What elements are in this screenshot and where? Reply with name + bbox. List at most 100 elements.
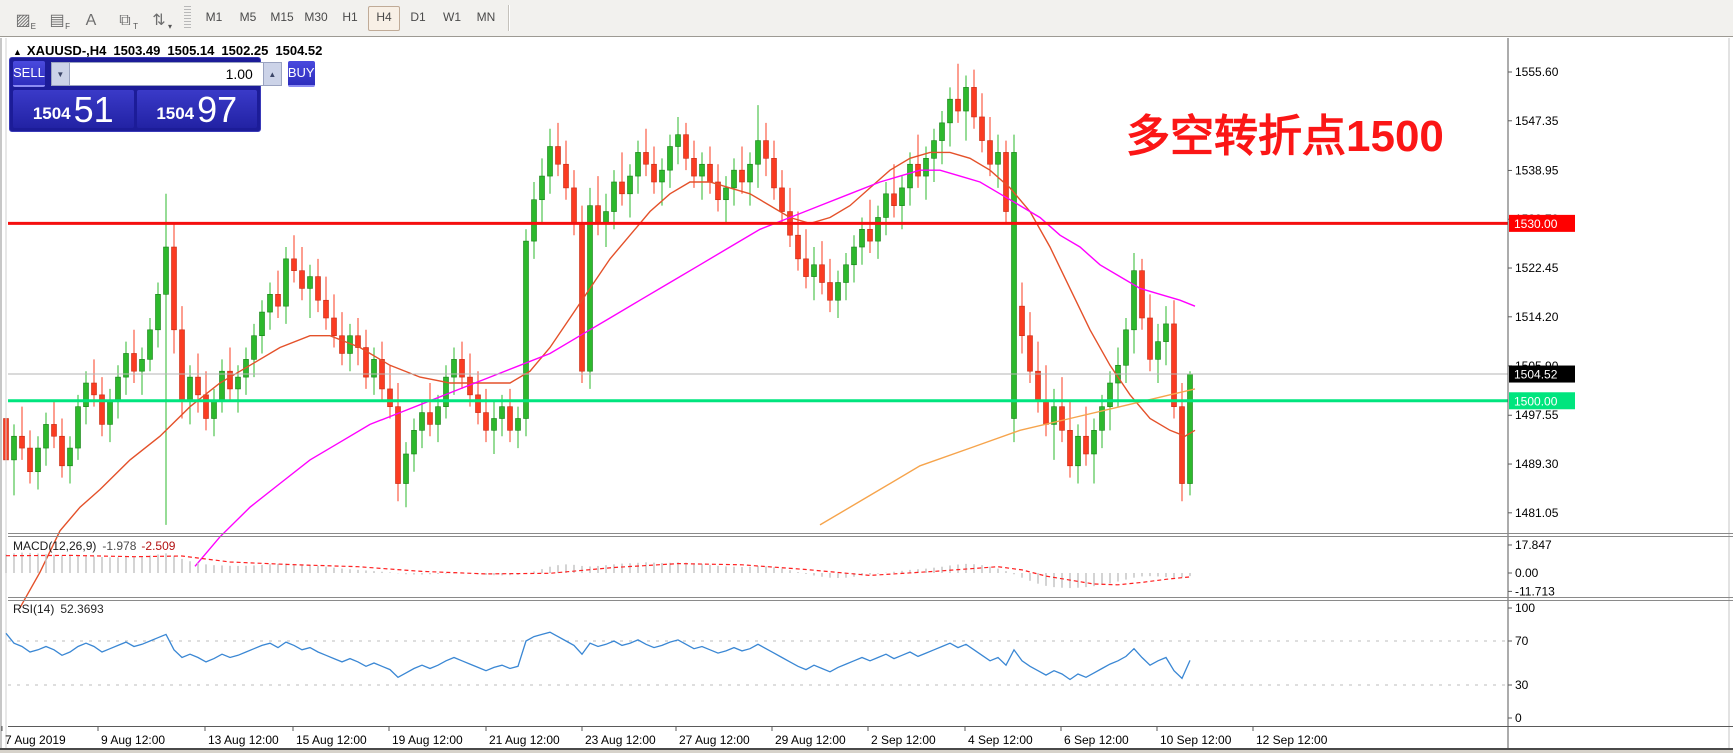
mt4-terminal: { "toolbar": { "tools": [ {"name":"indic… <box>0 0 1733 753</box>
volume-increase-button[interactable]: ▲ <box>262 61 282 86</box>
candle <box>1027 335 1033 372</box>
ask-price[interactable]: 1504 97 <box>136 90 257 128</box>
candle <box>987 140 993 165</box>
candle <box>211 400 217 419</box>
bid-price[interactable]: 1504 51 <box>13 90 134 128</box>
candle <box>307 276 313 289</box>
timeframe-button-d1[interactable]: D1 <box>402 6 434 31</box>
candle <box>1139 270 1145 319</box>
price-axis-label: 1522.45 <box>1515 261 1559 275</box>
candle <box>611 181 617 212</box>
candle <box>235 376 241 390</box>
time-axis-label: 10 Sep 12:00 <box>1160 733 1232 747</box>
candle <box>67 447 73 467</box>
timeframe-button-m30[interactable]: M30 <box>300 6 332 31</box>
toolbar-grip[interactable] <box>184 6 191 30</box>
candle <box>1019 305 1025 337</box>
volume-input[interactable] <box>69 61 263 86</box>
candle <box>699 163 705 177</box>
ask-price-small: 1504 <box>156 104 195 123</box>
candle <box>427 412 433 425</box>
timeframe-button-mn[interactable]: MN <box>470 6 502 31</box>
candle <box>771 158 777 189</box>
top-toolbar: ▨ E ▤ F A ⧉ T ⇅ ▾ M1 M5 M15 M30 H1 H4 D1 W1 MN <box>0 0 1733 37</box>
candle <box>19 435 25 449</box>
candle <box>515 418 521 431</box>
bid-price-small: 1504 <box>32 104 71 123</box>
candle <box>27 447 33 473</box>
candle <box>483 412 489 431</box>
candle <box>779 187 785 212</box>
candle <box>267 294 273 313</box>
time-axis-label: 12 Sep 12:00 <box>1256 733 1328 747</box>
candle <box>947 98 953 124</box>
candle <box>539 175 545 201</box>
candle <box>563 163 569 189</box>
rsi-axis-label: 70 <box>1515 634 1529 648</box>
timeframe-button-m1[interactable]: M1 <box>198 6 230 31</box>
sell-button[interactable]: SELL <box>13 60 45 87</box>
candle <box>507 406 513 431</box>
buy-button[interactable]: BUY <box>287 60 315 87</box>
timeframe-button-h1[interactable]: H1 <box>334 6 366 31</box>
candle <box>523 240 529 419</box>
macd-axis-label: 0.00 <box>1515 566 1539 580</box>
candle <box>259 311 265 337</box>
candle <box>531 199 537 242</box>
candle <box>403 453 409 484</box>
candle <box>179 329 185 402</box>
candle <box>923 158 929 177</box>
time-axis-label: 23 Aug 12:00 <box>585 733 656 747</box>
candle <box>827 282 833 301</box>
macd-signal-value: -2.509 <box>141 539 176 553</box>
candle <box>59 435 65 467</box>
candle <box>435 406 441 425</box>
candle <box>739 169 745 183</box>
price-tag-label: 1530.00 <box>1514 217 1558 231</box>
text-label-icon[interactable]: A <box>76 5 106 31</box>
candle <box>139 359 145 372</box>
grid-icon: ▤ <box>49 12 65 29</box>
candle <box>939 122 945 141</box>
candle <box>1107 382 1113 407</box>
volume-decrease-button[interactable]: ▼ <box>50 61 70 86</box>
low-value: 1502.25 <box>221 43 269 58</box>
timeframe-button-w1[interactable]: W1 <box>436 6 468 31</box>
time-axis-label: 15 Aug 12:00 <box>296 733 367 747</box>
candle <box>851 246 857 266</box>
candle <box>107 400 113 425</box>
candle <box>571 187 577 224</box>
time-axis-label: 13 Aug 12:00 <box>208 733 279 747</box>
candle <box>899 187 905 206</box>
price-axis-label: 1538.95 <box>1515 163 1559 177</box>
macd-axis-label: 17.847 <box>1515 538 1552 552</box>
cursor-mode-icon[interactable]: ⇅ ▾ <box>144 5 174 31</box>
candle <box>595 205 601 224</box>
candle <box>547 146 553 177</box>
symbol-label: XAUUSD-,H4 <box>26 43 107 58</box>
candle <box>619 181 625 195</box>
candle <box>763 140 769 159</box>
candle <box>299 270 305 289</box>
candle <box>1155 341 1161 360</box>
candle <box>195 376 201 396</box>
time-axis-label: 21 Aug 12:00 <box>489 733 560 747</box>
candle <box>723 187 729 201</box>
candle <box>155 294 161 331</box>
indicator-list-icon[interactable]: ▨ E <box>8 5 38 31</box>
grid-icon[interactable]: ▤ F <box>42 5 72 31</box>
candle <box>419 412 425 431</box>
candle <box>387 388 393 407</box>
candle <box>331 317 337 337</box>
macd-axis-label: -11.713 <box>1515 584 1555 598</box>
timeframe-button-h4[interactable]: H4 <box>368 5 400 31</box>
text-box-icon[interactable]: ⧉ T <box>110 5 140 31</box>
time-axis-label: 19 Aug 12:00 <box>392 733 463 747</box>
price-axis-label: 1489.30 <box>1515 457 1559 471</box>
bid-price-big: 51 <box>73 89 114 130</box>
timeframe-button-m15[interactable]: M15 <box>266 6 298 31</box>
collapse-arrow-icon[interactable]: ▲ <box>13 47 22 57</box>
price-tag-label: 1504.52 <box>1514 368 1558 382</box>
timeframe-button-m5[interactable]: M5 <box>232 6 264 31</box>
macd-label: MACD(12,26,9) -1.978 -2.509 <box>13 539 175 553</box>
